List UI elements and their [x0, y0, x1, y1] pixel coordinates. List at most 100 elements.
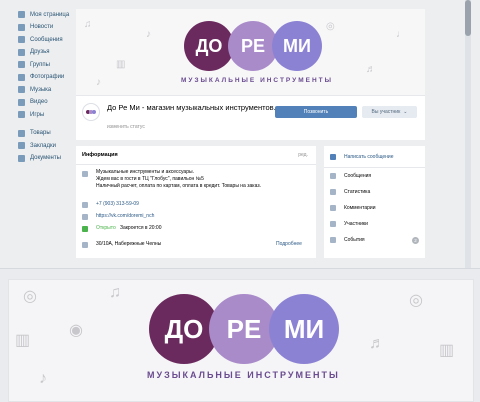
sidebar-item-label: Документы: [30, 155, 61, 161]
piano-doodle-icon: ▥: [116, 59, 126, 70]
website-link[interactable]: https://vk.com/doremi_nch: [96, 213, 154, 220]
doremi-logo-large: ДО РЕ МИ: [149, 294, 339, 364]
info-header: Информация ред.: [76, 146, 316, 165]
trumpet-doodle-icon: ♫: [109, 284, 121, 301]
groups-icon: [18, 61, 25, 68]
cover-subtitle-large: МУЗЫКАЛЬНЫЕ ИНСТРУМЕНТЫ: [147, 370, 340, 380]
write-message-label: Написать сообщение: [344, 154, 394, 160]
note-doodle-icon: ♪: [96, 77, 101, 88]
guitar-doodle-icon: ♪: [146, 29, 151, 40]
comments-icon: [330, 205, 336, 211]
sidebar-item-label: Моя страница: [30, 11, 70, 18]
right-item-label: Статистика: [344, 189, 371, 195]
members-icon: [330, 221, 336, 227]
phone-link[interactable]: +7 (903) 313-59-09: [96, 201, 139, 208]
games-icon: [18, 111, 25, 118]
documents-icon: [18, 154, 25, 162]
divider: [324, 167, 425, 168]
video-icon: [18, 98, 25, 106]
write-message-button[interactable]: Написать сообщение: [330, 151, 419, 163]
right-item-events[interactable]: События 2: [330, 236, 419, 244]
logo-circle-mi: МИ: [272, 21, 322, 71]
cymbal-doodle-icon: ◎: [409, 292, 423, 309]
drum-doodle-icon: ◉: [69, 322, 83, 339]
right-item-label: События: [344, 237, 365, 243]
logo-circle-do: ДО: [184, 21, 234, 71]
music-icon: [18, 86, 25, 93]
sidebar-item-label: Игры: [30, 111, 45, 118]
info-title: Информация: [82, 152, 118, 158]
more-link[interactable]: Подробнее: [276, 241, 302, 248]
note-doodle-icon: ♬: [369, 335, 385, 352]
sidebar-item-video[interactable]: Видео: [18, 97, 80, 108]
sidebar-item-music[interactable]: Музыка: [18, 84, 80, 95]
community-avatar[interactable]: [82, 103, 100, 121]
member-button-label: Вы участник: [371, 109, 401, 115]
messages-icon: [18, 36, 25, 43]
right-actions: Написать сообщение Сообщения Статистика …: [324, 146, 425, 258]
open-status: Открыто: [96, 225, 116, 231]
call-button[interactable]: Позвонить: [275, 106, 357, 118]
right-item-label: Сообщения: [344, 173, 372, 179]
sidebar-item-label: Видео: [30, 99, 48, 105]
right-item-label: Комментарии: [344, 205, 376, 211]
chevron-down-icon: ⌄: [403, 109, 408, 115]
sidebar-item-groups[interactable]: Группы: [18, 59, 80, 70]
sidebar-item-goods[interactable]: Товары: [18, 128, 80, 139]
sidebar-item-label: Фотографии: [30, 74, 65, 80]
sidebar-item-label: Закладки: [30, 142, 56, 149]
scrollbar-thumb[interactable]: [465, 0, 471, 36]
trumpet-doodle-icon: ♫: [84, 19, 92, 30]
sidebar-item-label: Друзья: [30, 49, 50, 55]
doremi-logo: ДО РЕ МИ: [184, 21, 322, 71]
piano-doodle-icon: ▥: [15, 332, 31, 349]
info-description: Музыкальные инструменты и аксессуары. Жд…: [96, 169, 262, 189]
right-item-stats[interactable]: Статистика: [330, 189, 419, 195]
section-divider: [0, 268, 480, 269]
note-doodle-icon: ♪: [39, 370, 47, 387]
page-title: До Ре Ми - магазин музыкальных инструмен…: [107, 103, 276, 112]
cover-large-preview: ◎ ◉ ▥ ♫ ◎ ▥ ♬ ♪ ДО РЕ МИ МУЗЫКАЛЬНЫЕ ИНС…: [8, 279, 474, 402]
sidebar-item-my-page[interactable]: Моя страница: [18, 9, 80, 20]
messages-icon: [330, 173, 336, 179]
sidebar-item-label: Новости: [30, 24, 54, 30]
sidebar-item-bookmarks[interactable]: Закладки: [18, 140, 80, 151]
status-edit-link[interactable]: изменить статус: [107, 124, 145, 130]
sidebar-item-news[interactable]: Новости: [18, 22, 80, 33]
sidebar-item-photos[interactable]: Фотографии: [18, 72, 80, 83]
sidebar-item-messages[interactable]: Сообщения: [18, 34, 80, 45]
sidebar-item-label: Сообщения: [30, 36, 63, 43]
trumpet-doodle-icon: ♬: [366, 64, 376, 75]
sidebar-item-label: Группы: [30, 61, 50, 68]
stats-icon: [330, 189, 336, 195]
right-item-members[interactable]: Участники: [330, 221, 419, 227]
cymbal-doodle-icon: ◎: [23, 288, 37, 305]
message-icon: [330, 154, 336, 160]
sidebar-item-friends[interactable]: Друзья: [18, 47, 80, 58]
friends-icon: [18, 48, 25, 56]
news-icon: [18, 23, 25, 31]
address: 30/10А, Набережные Челны: [96, 241, 162, 247]
closing-time: Закроется в 20:00: [119, 225, 162, 231]
sidebar-item-label: Товары: [30, 130, 51, 136]
member-dropdown-button[interactable]: Вы участник ⌄: [362, 106, 417, 118]
note-doodle-icon: ♩: [396, 29, 406, 40]
info-edit-link[interactable]: ред.: [298, 152, 308, 158]
phone-icon: [82, 202, 88, 208]
logo-circle-mi: МИ: [269, 294, 339, 364]
right-item-label: Участники: [344, 221, 368, 227]
left-navigation: Моя страница Новости Сообщения Друзья Гр…: [18, 9, 80, 165]
right-item-messages[interactable]: Сообщения: [330, 173, 419, 179]
opening-hours: Открыто Закроется в 20:00: [96, 225, 162, 232]
location-icon: [82, 242, 88, 248]
sidebar-item-games[interactable]: Игры: [18, 109, 80, 120]
info-block: Информация ред. Музыкальные инструменты …: [76, 146, 316, 258]
scrollbar[interactable]: [465, 0, 471, 268]
home-icon: [18, 11, 25, 18]
sidebar-item-label: Музыка: [30, 86, 52, 93]
link-icon: [82, 214, 88, 220]
right-item-comments[interactable]: Комментарии: [330, 205, 419, 211]
sidebar-item-documents[interactable]: Документы: [18, 153, 80, 164]
community-cover: ♫ ▥ ♪ ◎ ♬ ♩ ♪ ДО РЕ МИ МУЗЫКАЛЬНЫЕ ИНСТР…: [76, 9, 425, 95]
description-icon: [82, 171, 88, 177]
